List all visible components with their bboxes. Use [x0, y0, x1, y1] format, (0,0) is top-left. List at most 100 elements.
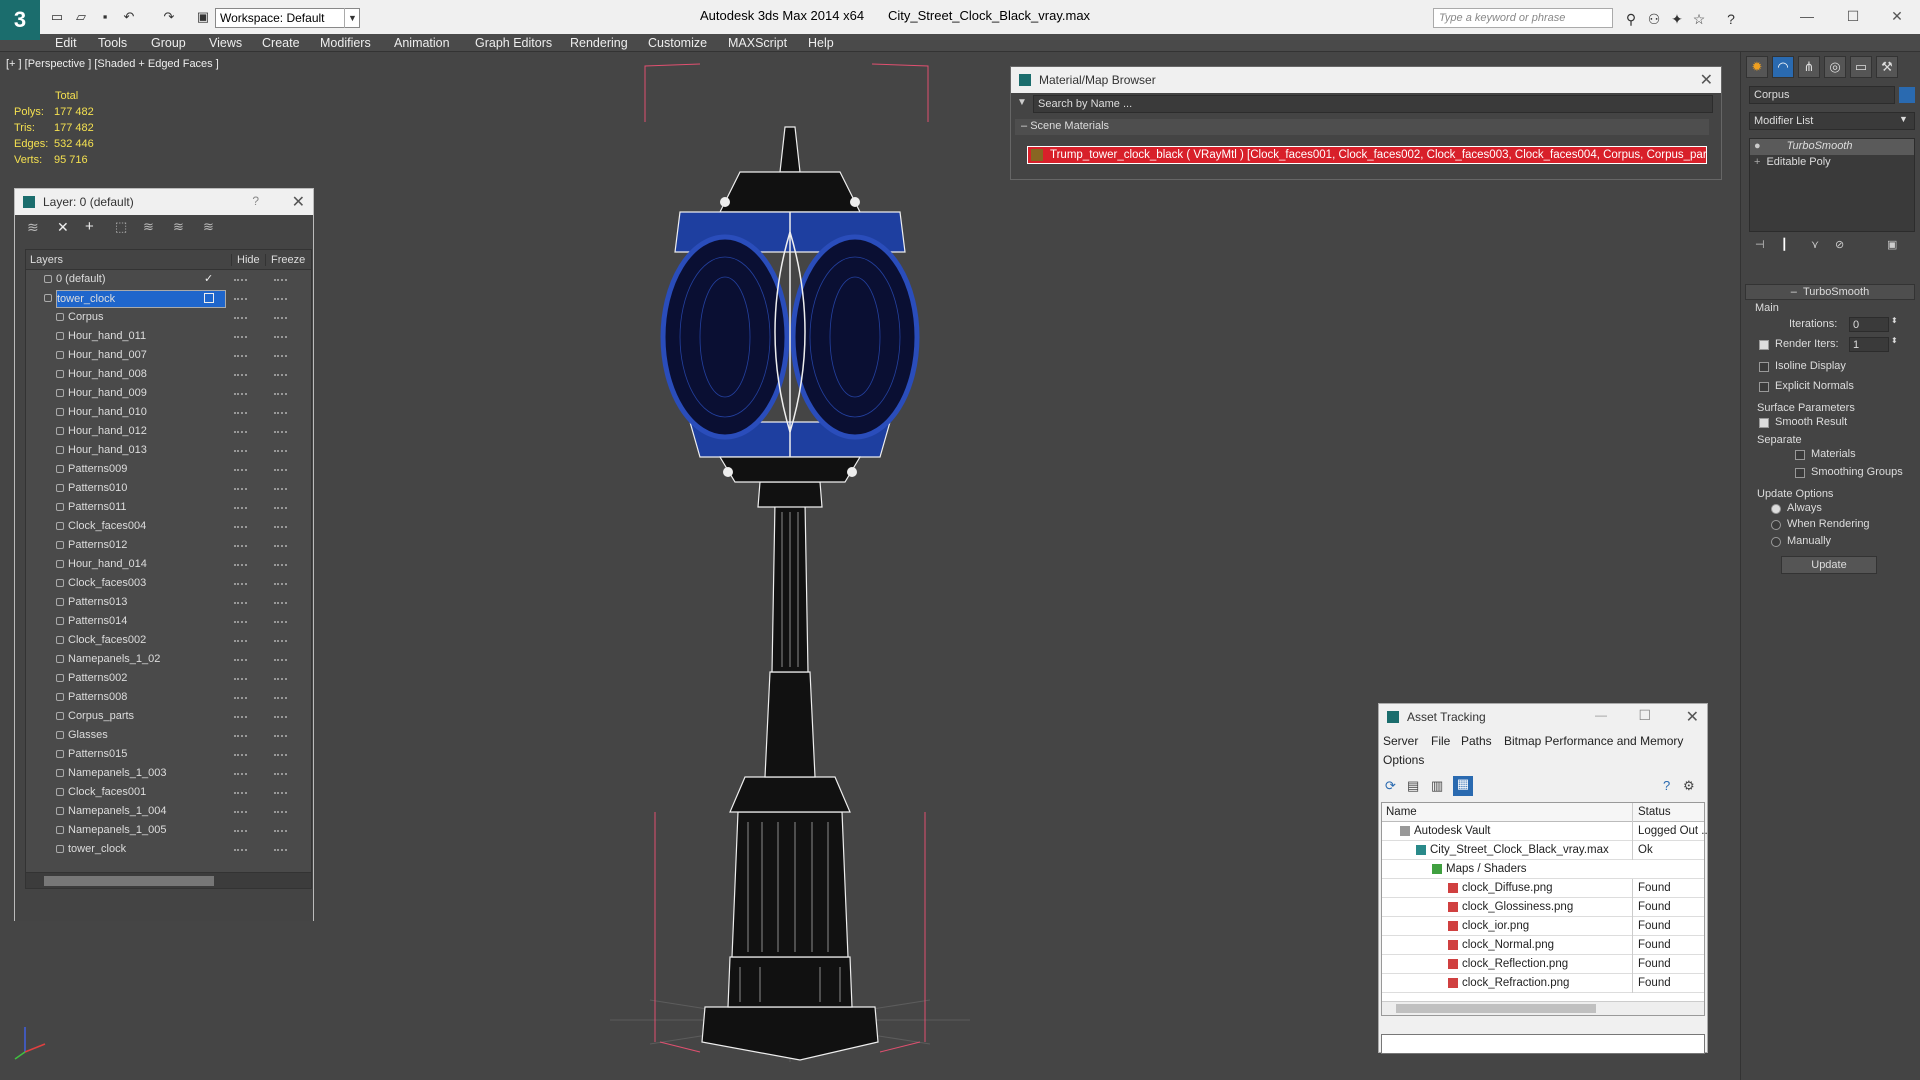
- layer-row[interactable]: Patterns008: [26, 688, 311, 707]
- asset-menu-options[interactable]: Options: [1383, 753, 1424, 767]
- menu-views[interactable]: Views: [209, 34, 242, 52]
- freeze-toggle[interactable]: [274, 317, 287, 319]
- modifier-list-dropdown[interactable]: Modifier List: [1749, 112, 1915, 130]
- freeze-toggle[interactable]: [274, 621, 287, 623]
- layer-row[interactable]: Hour_hand_007: [26, 346, 311, 365]
- hide-toggle[interactable]: [234, 374, 247, 376]
- layer-row[interactable]: Hour_hand_014: [26, 555, 311, 574]
- options-arrow-icon[interactable]: ▼: [1017, 97, 1033, 111]
- explicit-normals-checkbox[interactable]: [1759, 382, 1769, 392]
- layer-row[interactable]: Corpus: [26, 308, 311, 327]
- freeze-toggle[interactable]: [274, 697, 287, 699]
- menu-modifiers[interactable]: Modifiers: [320, 34, 371, 52]
- scene-materials-header[interactable]: – Scene Materials: [1015, 119, 1709, 135]
- hide-toggle[interactable]: [234, 583, 247, 585]
- iterations-input[interactable]: 0: [1849, 317, 1889, 332]
- freeze-toggle[interactable]: [274, 640, 287, 642]
- freeze-toggle[interactable]: [274, 393, 287, 395]
- asset-row[interactable]: Maps / Shaders: [1382, 860, 1704, 879]
- hide-toggle[interactable]: [234, 602, 247, 604]
- freeze-toggle[interactable]: [274, 659, 287, 661]
- highlight-layer-icon[interactable]: ≋: [143, 219, 154, 235]
- create-layer-icon[interactable]: ≋: [27, 219, 39, 236]
- project-folder-icon[interactable]: ▣: [194, 8, 212, 26]
- layer-row[interactable]: Hour_hand_009: [26, 384, 311, 403]
- freeze-toggle[interactable]: [274, 754, 287, 756]
- asset-menu-server[interactable]: Server: [1383, 734, 1418, 748]
- hide-toggle[interactable]: [234, 526, 247, 528]
- freeze-toggle[interactable]: [274, 792, 287, 794]
- menu-customize[interactable]: Customize: [648, 34, 707, 52]
- stack-item-turbosmooth[interactable]: ● TurboSmooth: [1750, 139, 1914, 155]
- new-file-icon[interactable]: ▭: [48, 8, 66, 26]
- hide-toggle[interactable]: [234, 279, 247, 281]
- refresh-icon[interactable]: ⟳: [1385, 778, 1396, 794]
- hide-toggle[interactable]: [234, 716, 247, 718]
- favorites-star-icon[interactable]: ☆: [1690, 10, 1708, 28]
- communication-icon[interactable]: ✦: [1668, 10, 1686, 28]
- material-entry[interactable]: Trump_tower_clock_black ( VRayMtl ) [Clo…: [1027, 146, 1707, 164]
- freeze-toggle[interactable]: [274, 469, 287, 471]
- layer-row[interactable]: Hour_hand_011: [26, 327, 311, 346]
- turbosmooth-rollout-header[interactable]: – TurboSmooth: [1745, 284, 1915, 300]
- asset-row[interactable]: clock_Reflection.png Found: [1382, 955, 1704, 974]
- col-hide[interactable]: Hide: [231, 254, 260, 266]
- freeze-toggle[interactable]: [274, 773, 287, 775]
- render-iters-input[interactable]: 1: [1849, 337, 1889, 352]
- freeze-toggle[interactable]: [274, 830, 287, 832]
- hide-toggle[interactable]: [234, 298, 247, 300]
- update-button[interactable]: Update: [1781, 556, 1877, 574]
- hide-toggle[interactable]: [234, 412, 247, 414]
- layer-row[interactable]: Clock_faces003: [26, 574, 311, 593]
- modify-tab-icon[interactable]: ◠: [1772, 56, 1794, 78]
- hide-toggle[interactable]: [234, 336, 247, 338]
- layer-row[interactable]: Patterns012: [26, 536, 311, 555]
- hide-toggle[interactable]: [234, 659, 247, 661]
- minimize-icon[interactable]: —: [1784, 2, 1830, 30]
- asset-info-icon[interactable]: ⚙: [1683, 778, 1695, 794]
- freeze-toggle[interactable]: [274, 298, 287, 300]
- asset-row[interactable]: clock_ior.png Found: [1382, 917, 1704, 936]
- freeze-toggle[interactable]: [274, 545, 287, 547]
- show-end-result-icon[interactable]: ┃: [1781, 238, 1788, 251]
- freeze-toggle[interactable]: [274, 811, 287, 813]
- freeze-toggle[interactable]: [274, 431, 287, 433]
- col-name[interactable]: Name: [1386, 803, 1417, 822]
- layer-row[interactable]: Patterns013: [26, 593, 311, 612]
- layer-row[interactable]: Namepanels_1_02: [26, 650, 311, 669]
- layer-row[interactable]: Hour_hand_012: [26, 422, 311, 441]
- modifier-stack[interactable]: ● TurboSmooth + Editable Poly: [1749, 138, 1915, 232]
- motion-tab-icon[interactable]: ◎: [1824, 56, 1846, 78]
- asset-menu-paths[interactable]: Paths: [1461, 734, 1492, 748]
- hide-toggle[interactable]: [234, 811, 247, 813]
- isoline-checkbox[interactable]: [1759, 362, 1769, 372]
- layer-row[interactable]: tower_clock: [26, 289, 311, 308]
- freeze-toggle[interactable]: [274, 583, 287, 585]
- freeze-toggle[interactable]: [274, 355, 287, 357]
- asset-hscroll[interactable]: [1382, 1001, 1704, 1015]
- hide-toggle[interactable]: [234, 678, 247, 680]
- hide-toggle[interactable]: [234, 849, 247, 851]
- smoothing-groups-checkbox[interactable]: [1795, 468, 1805, 478]
- hide-toggle[interactable]: [234, 507, 247, 509]
- subscription-icon[interactable]: ⚇: [1645, 10, 1663, 28]
- viewport-label[interactable]: [+ ] [Perspective ] [Shaded + Edged Face…: [6, 58, 219, 70]
- menu-maxscript[interactable]: MAXScript: [728, 34, 787, 52]
- layer-list[interactable]: Layers Hide Freeze 0 (default) ✓ tower_clo…: [25, 249, 312, 889]
- keyword-search-input[interactable]: Type a keyword or phrase: [1433, 8, 1613, 28]
- material-browser-titlebar[interactable]: Material/Map Browser ✕: [1011, 67, 1721, 93]
- menu-rendering[interactable]: Rendering: [570, 34, 628, 52]
- freeze-toggle[interactable]: [274, 602, 287, 604]
- freeze-toggle[interactable]: [274, 735, 287, 737]
- layer-row[interactable]: Namepanels_1_004: [26, 802, 311, 821]
- layer-row[interactable]: Clock_faces004: [26, 517, 311, 536]
- col-freeze[interactable]: Freeze: [265, 254, 305, 266]
- render-iters-spinner-icon[interactable]: ⬍: [1891, 336, 1898, 345]
- workspace-dropdown-arrow-icon[interactable]: ▼: [344, 8, 360, 28]
- delete-layer-icon[interactable]: ✕: [57, 219, 69, 236]
- maximize-icon[interactable]: ☐: [1830, 2, 1876, 30]
- asset-table[interactable]: Name Status Autodesk Vault Logged Out ...…: [1381, 802, 1707, 1016]
- layer-hscroll[interactable]: [26, 872, 311, 888]
- layer-hscroll-thumb[interactable]: [44, 876, 214, 886]
- layer-panel-titlebar[interactable]: Layer: 0 (default) ? ✕: [15, 189, 313, 215]
